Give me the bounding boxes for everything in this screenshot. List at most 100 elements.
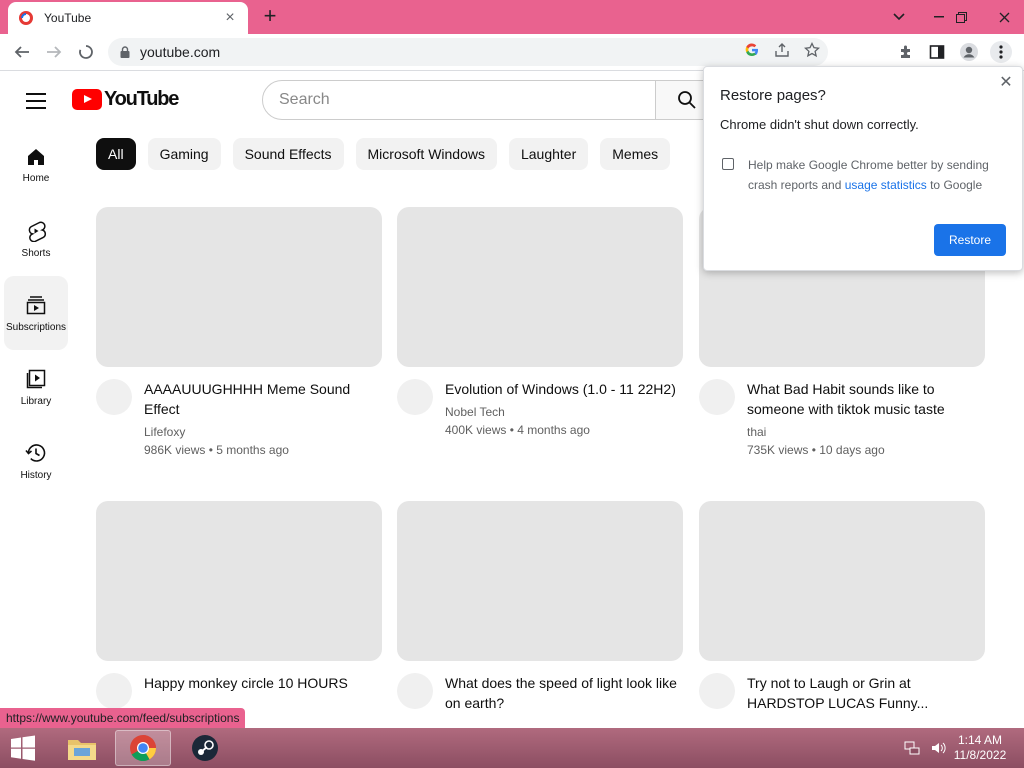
guide-item-history[interactable]: History bbox=[4, 424, 68, 498]
chrome-icon bbox=[130, 735, 157, 762]
guide-label-home: Home bbox=[22, 172, 50, 184]
crash-report-checkbox[interactable] bbox=[722, 158, 734, 170]
video-title[interactable]: What Bad Habit sounds like to someone wi… bbox=[747, 379, 985, 419]
chip-memes[interactable]: Memes bbox=[600, 138, 671, 170]
youtube-logo[interactable]: YouTube bbox=[72, 88, 179, 111]
video-thumbnail[interactable] bbox=[96, 501, 382, 661]
guide-item-home[interactable]: Home bbox=[4, 128, 68, 202]
windows-logo-icon bbox=[11, 735, 35, 761]
browser-tab[interactable]: YouTube × bbox=[8, 2, 248, 34]
video-thumbnail[interactable] bbox=[397, 207, 683, 367]
clock-time: 1:14 AM bbox=[957, 733, 1003, 747]
history-icon bbox=[25, 443, 46, 462]
taskbar-clock[interactable]: 1:14 AM 11/8/2022 bbox=[948, 733, 1012, 763]
video-card[interactable]: Evolution of Windows (1.0 - 11 22H2) Nob… bbox=[397, 207, 683, 437]
menu-hamburger-icon[interactable] bbox=[24, 90, 48, 110]
channel-avatar[interactable] bbox=[96, 379, 132, 415]
guide-label-shorts: Shorts bbox=[21, 247, 51, 259]
channel-avatar[interactable] bbox=[397, 673, 433, 709]
lock-icon[interactable] bbox=[120, 46, 130, 58]
usage-statistics-link[interactable]: usage statistics bbox=[845, 178, 927, 192]
search-icon bbox=[678, 91, 696, 109]
youtube-favicon-icon bbox=[19, 11, 33, 25]
chip-microsoft-windows[interactable]: Microsoft Windows bbox=[355, 138, 497, 170]
restore-pages-dialog: ✕ Restore pages? Chrome didn't shut down… bbox=[703, 66, 1023, 271]
channel-name[interactable]: Lifefoxy bbox=[144, 425, 382, 439]
search-input[interactable]: Search bbox=[262, 80, 656, 120]
guide-item-shorts[interactable]: Shorts bbox=[4, 202, 68, 276]
filter-chips-bar: All Gaming Sound Effects Microsoft Windo… bbox=[96, 138, 671, 170]
library-icon bbox=[26, 369, 46, 388]
taskbar-file-explorer[interactable] bbox=[54, 730, 110, 766]
restore-window-icon[interactable] bbox=[944, 0, 978, 34]
video-card[interactable]: Happy monkey circle 10 HOURS bbox=[96, 501, 382, 709]
video-title[interactable]: Try not to Laugh or Grin at HARDSTOP LUC… bbox=[747, 673, 985, 713]
taskbar-chrome[interactable] bbox=[115, 730, 171, 766]
video-stats: 986K views • 5 months ago bbox=[144, 443, 289, 457]
guide-item-library[interactable]: Library bbox=[4, 350, 68, 424]
start-button[interactable] bbox=[8, 734, 38, 762]
guide-label-history: History bbox=[20, 469, 52, 481]
back-icon[interactable] bbox=[10, 40, 34, 64]
tab-title: YouTube bbox=[44, 11, 92, 25]
guide-label-library: Library bbox=[20, 395, 52, 407]
system-tray bbox=[904, 740, 946, 756]
new-tab-icon[interactable]: + bbox=[260, 5, 280, 27]
loading-spinner-icon[interactable] bbox=[74, 40, 98, 64]
channel-avatar[interactable] bbox=[96, 673, 132, 709]
share-icon[interactable] bbox=[774, 42, 790, 58]
dialog-message: Chrome didn't shut down correctly. bbox=[720, 117, 919, 132]
google-g-icon[interactable] bbox=[744, 42, 760, 58]
tab-strip: YouTube × + bbox=[0, 0, 1024, 34]
chrome-menu-icon[interactable] bbox=[990, 41, 1012, 63]
windows-taskbar: 1:14 AM 11/8/2022 bbox=[0, 728, 1024, 768]
dialog-title: Restore pages? bbox=[720, 87, 826, 104]
channel-avatar[interactable] bbox=[699, 379, 735, 415]
tab-close-icon[interactable]: × bbox=[222, 10, 238, 26]
channel-name[interactable]: Nobel Tech bbox=[445, 405, 683, 419]
close-icon[interactable]: ✕ bbox=[998, 75, 1014, 91]
video-title[interactable]: Happy monkey circle 10 HOURS bbox=[144, 673, 382, 693]
channel-avatar[interactable] bbox=[699, 673, 735, 709]
video-title[interactable]: AAAAUUUGHHHH Meme Sound Effect bbox=[144, 379, 382, 419]
side-panel-icon[interactable] bbox=[926, 41, 948, 63]
url-text: youtube.com bbox=[140, 44, 221, 60]
guide-label-subscriptions: Subscriptions bbox=[5, 321, 67, 333]
tab-search-chevron-icon[interactable] bbox=[882, 0, 916, 34]
taskbar-steam[interactable] bbox=[177, 730, 233, 766]
video-card[interactable]: Try not to Laugh or Grin at HARDSTOP LUC… bbox=[699, 501, 985, 713]
forward-icon[interactable] bbox=[42, 40, 66, 64]
video-card[interactable]: AAAAUUUGHHHH Meme Sound Effect Lifefoxy … bbox=[96, 207, 382, 457]
video-stats: 400K views • 4 months ago bbox=[445, 423, 590, 437]
chip-sound-effects[interactable]: Sound Effects bbox=[232, 138, 344, 170]
folder-icon bbox=[68, 740, 96, 760]
volume-icon[interactable] bbox=[930, 740, 946, 756]
profile-avatar-icon[interactable] bbox=[958, 41, 980, 63]
video-thumbnail[interactable] bbox=[397, 501, 683, 661]
video-title[interactable]: What does the speed of light look like o… bbox=[445, 673, 683, 713]
restore-button[interactable]: Restore bbox=[934, 224, 1006, 256]
steam-icon bbox=[192, 735, 218, 761]
help-text-suffix: to Google bbox=[926, 178, 983, 192]
network-icon[interactable] bbox=[904, 740, 920, 756]
bookmark-star-icon[interactable] bbox=[804, 42, 820, 58]
chip-all[interactable]: All bbox=[96, 138, 136, 170]
address-bar[interactable]: youtube.com bbox=[108, 38, 828, 66]
youtube-logo-text: YouTube bbox=[104, 88, 179, 110]
video-card[interactable]: What does the speed of light look like o… bbox=[397, 501, 683, 713]
crash-report-label: Help make Google Chrome better by sendin… bbox=[748, 155, 1008, 195]
video-thumbnail[interactable] bbox=[699, 501, 985, 661]
extensions-puzzle-icon[interactable] bbox=[895, 41, 917, 63]
video-title[interactable]: Evolution of Windows (1.0 - 11 22H2) bbox=[445, 379, 683, 399]
subscriptions-icon bbox=[26, 295, 46, 314]
close-window-icon[interactable] bbox=[984, 0, 1024, 34]
search-placeholder: Search bbox=[279, 91, 330, 108]
youtube-play-logo-icon bbox=[72, 89, 102, 110]
home-icon bbox=[28, 148, 44, 165]
video-thumbnail[interactable] bbox=[96, 207, 382, 367]
chip-laughter[interactable]: Laughter bbox=[508, 138, 589, 170]
channel-name[interactable]: thai bbox=[747, 425, 985, 439]
chip-gaming[interactable]: Gaming bbox=[147, 138, 221, 170]
channel-avatar[interactable] bbox=[397, 379, 433, 415]
guide-item-subscriptions[interactable]: Subscriptions bbox=[4, 276, 68, 350]
